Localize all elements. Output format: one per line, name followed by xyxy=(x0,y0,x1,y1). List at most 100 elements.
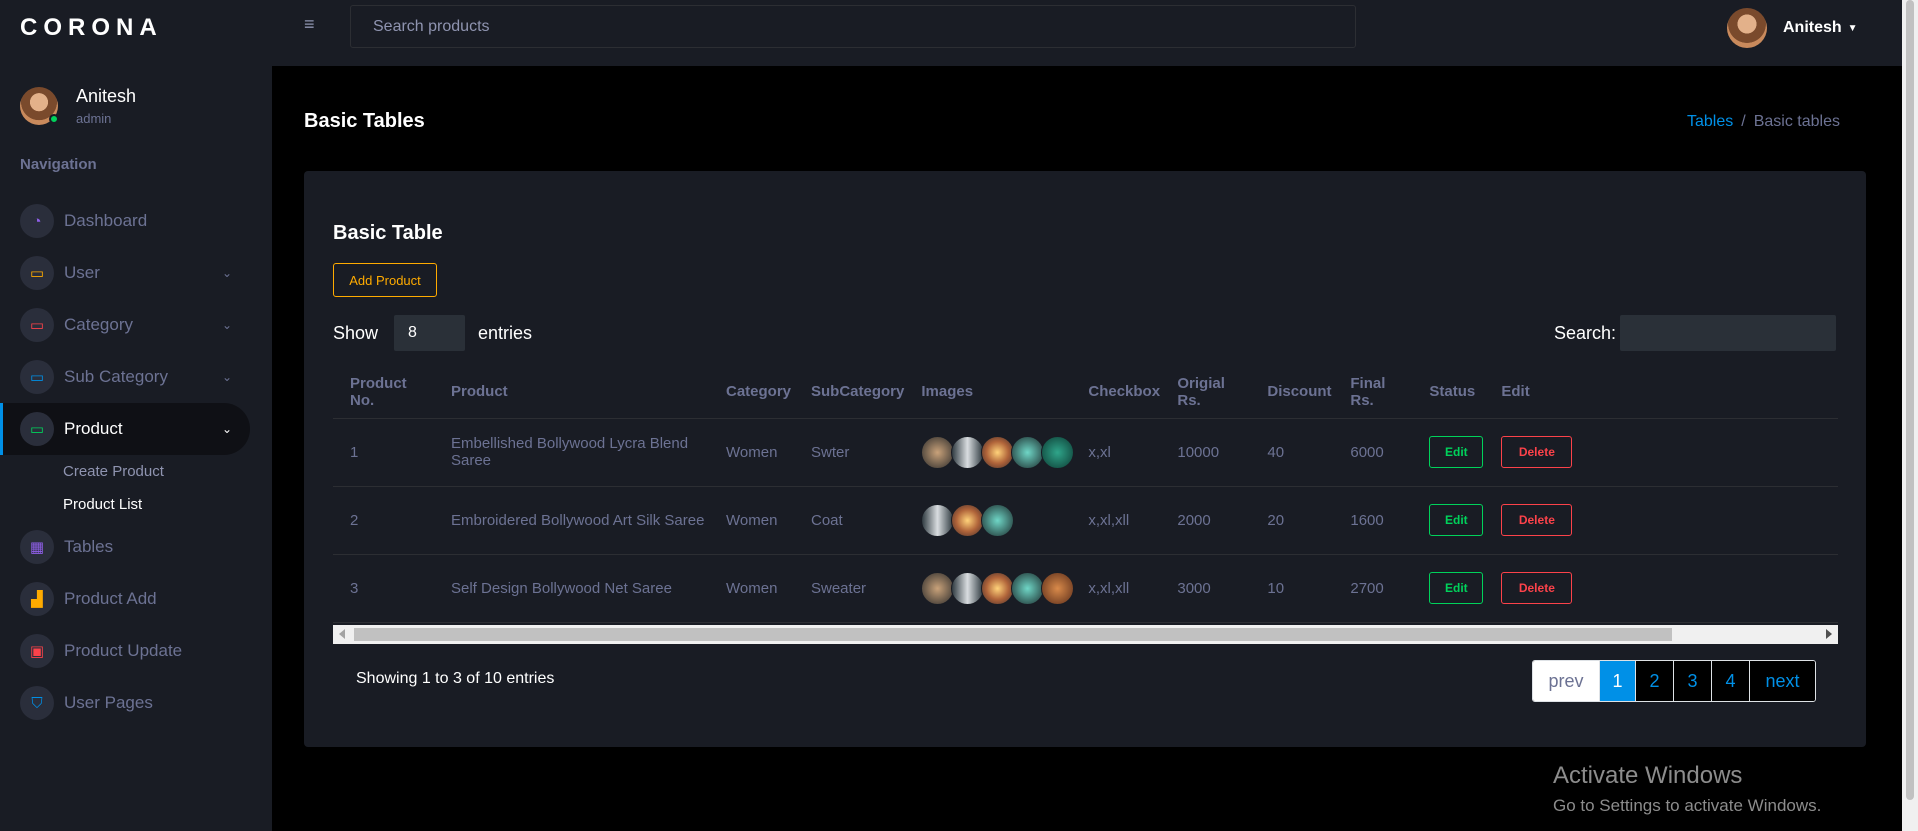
sidebar-item-label: Product xyxy=(64,419,123,438)
sidebar-item-label: Sub Category xyxy=(64,367,168,386)
cell-discount: 20 xyxy=(1250,486,1334,555)
breadcrumb-link-tables[interactable]: Tables xyxy=(1687,113,1733,130)
sidebar-profile[interactable]: Anitesh admin xyxy=(0,56,272,136)
scroll-left-arrow-icon[interactable] xyxy=(339,629,345,639)
col-subcategory[interactable]: SubCategory xyxy=(794,366,905,419)
cell-subcategory: Coat xyxy=(794,486,905,555)
product-image-thumb xyxy=(951,571,985,605)
menu-toggle-icon[interactable]: ≡ xyxy=(304,14,315,35)
cell-discount: 40 xyxy=(1250,418,1334,487)
laptop-icon: ▭ xyxy=(20,308,54,342)
entries-select[interactable]: 8 xyxy=(394,315,466,351)
cell-edit: Delete xyxy=(1484,486,1838,555)
speedometer-icon: ◔ xyxy=(20,204,54,238)
subnav-product-list[interactable]: Product List xyxy=(63,488,272,521)
col-checkbox[interactable]: Checkbox xyxy=(1071,366,1161,419)
contacts-icon: ▣ xyxy=(20,634,54,668)
col-original[interactable]: Origial Rs. xyxy=(1160,366,1251,419)
pagination-prev[interactable]: prev xyxy=(1533,661,1599,701)
cell-original: 3000 xyxy=(1160,554,1251,623)
brand-logo[interactable]: CORONA xyxy=(0,0,272,56)
table-search: Search: xyxy=(1554,315,1837,351)
sidebar-item-product-update[interactable]: ▣ Product Update xyxy=(0,625,272,677)
watermark-subtitle: Go to Settings to activate Windows. xyxy=(1553,796,1822,815)
laptop-icon: ▭ xyxy=(20,360,54,394)
pagination-next[interactable]: next xyxy=(1749,661,1815,701)
scrollbar-thumb[interactable] xyxy=(354,628,1672,641)
sidebar-item-product[interactable]: ▭ Product ⌄ xyxy=(0,403,250,455)
edit-button[interactable]: Edit xyxy=(1429,572,1484,604)
sidebar-item-user-pages[interactable]: ⛉ User Pages xyxy=(0,677,272,729)
user-name: Anitesh xyxy=(1783,19,1842,36)
table-row: 1 Embellished Bollywood Lycra Blend Sare… xyxy=(333,418,1838,487)
chart-bar-icon: ▟ xyxy=(20,582,54,616)
col-final[interactable]: Final Rs. xyxy=(1333,366,1413,419)
cell-images xyxy=(904,554,1075,623)
entries-length: Show 8 entries xyxy=(333,315,532,351)
sidebar-item-label: Tables xyxy=(64,537,114,556)
table-info: Showing 1 to 3 of 10 entries xyxy=(356,670,555,687)
delete-button[interactable]: Delete xyxy=(1501,572,1573,604)
cell-status: Edit xyxy=(1412,418,1485,487)
scrollbar-thumb[interactable] xyxy=(1906,0,1914,800)
user-menu[interactable]: Anitesh ▼ xyxy=(1727,8,1858,48)
chevron-down-icon: ⌄ xyxy=(221,318,232,332)
cell-original: 10000 xyxy=(1160,418,1251,487)
table-search-input[interactable] xyxy=(1620,315,1837,351)
cell-images xyxy=(904,418,1075,487)
sidebar-item-category[interactable]: ▭ Category ⌄ xyxy=(0,299,272,351)
cell-no: 2 xyxy=(333,486,434,555)
col-status[interactable]: Status xyxy=(1412,366,1485,419)
cell-no: 1 xyxy=(333,418,434,487)
col-category[interactable]: Category xyxy=(709,366,794,419)
search-input[interactable]: Search products xyxy=(350,5,1356,48)
sidebar-item-user[interactable]: ▭ User ⌄ xyxy=(0,247,272,299)
breadcrumb-current: Basic tables xyxy=(1753,113,1840,130)
laptop-icon: ▭ xyxy=(20,256,54,290)
page-scrollbar[interactable] xyxy=(1902,0,1918,831)
product-image-thumb xyxy=(921,503,955,537)
cell-product: Embroidered Bollywood Art Silk Saree xyxy=(434,486,709,555)
delete-button[interactable]: Delete xyxy=(1501,504,1573,536)
chevron-down-icon: ⌄ xyxy=(221,422,232,436)
sidebar-item-product-add[interactable]: ▟ Product Add xyxy=(0,573,272,625)
cell-status: Edit xyxy=(1412,486,1485,555)
col-product[interactable]: Product xyxy=(434,366,709,419)
sidebar-item-dashboard[interactable]: ◔ Dashboard xyxy=(0,195,272,247)
online-status-dot xyxy=(49,114,59,124)
col-edit[interactable]: Edit xyxy=(1484,366,1838,419)
pagination-page-2[interactable]: 2 xyxy=(1635,661,1673,701)
windows-activation-watermark: Activate Windows Go to Settings to activ… xyxy=(1553,762,1821,816)
sidebar-item-tables[interactable]: ▦ Tables xyxy=(0,521,272,573)
avatar xyxy=(20,87,59,125)
table-horizontal-scrollbar[interactable] xyxy=(333,625,1838,644)
security-icon: ⛉ xyxy=(20,686,54,720)
nav-title: Navigation xyxy=(20,156,97,173)
product-image-thumb xyxy=(1011,435,1045,469)
edit-button[interactable]: Edit xyxy=(1429,504,1484,536)
scroll-right-arrow-icon[interactable] xyxy=(1826,629,1832,639)
cell-original: 2000 xyxy=(1160,486,1251,555)
cell-edit: Delete xyxy=(1484,554,1838,623)
subnav-create-product[interactable]: Create Product xyxy=(63,455,272,488)
col-discount[interactable]: Discount xyxy=(1250,366,1334,419)
add-product-button[interactable]: Add Product xyxy=(333,263,437,297)
pagination-page-1[interactable]: 1 xyxy=(1599,661,1635,701)
sidebar-item-sub-category[interactable]: ▭ Sub Category ⌄ xyxy=(0,351,272,403)
col-product-no[interactable]: Product No. xyxy=(333,366,434,419)
product-image-thumb xyxy=(981,435,1015,469)
edit-button[interactable]: Edit xyxy=(1429,436,1484,468)
table-icon: ▦ xyxy=(20,530,54,564)
sidebar-item-label: Category xyxy=(64,315,133,334)
delete-button[interactable]: Delete xyxy=(1501,436,1573,468)
pagination-page-4[interactable]: 4 xyxy=(1711,661,1749,701)
cell-checkbox: x,xl xyxy=(1071,418,1161,487)
product-subnav: Create Product Product List xyxy=(0,455,272,521)
pagination-page-3[interactable]: 3 xyxy=(1673,661,1711,701)
product-image-thumb xyxy=(1011,571,1045,605)
col-images[interactable]: Images xyxy=(904,366,1072,419)
table-row: 3 Self Design Bollywood Net Saree Women … xyxy=(333,554,1838,623)
cell-product: Self Design Bollywood Net Saree xyxy=(434,554,709,623)
product-image-thumb xyxy=(981,571,1015,605)
table-row: 2 Embroidered Bollywood Art Silk Saree W… xyxy=(333,486,1838,555)
